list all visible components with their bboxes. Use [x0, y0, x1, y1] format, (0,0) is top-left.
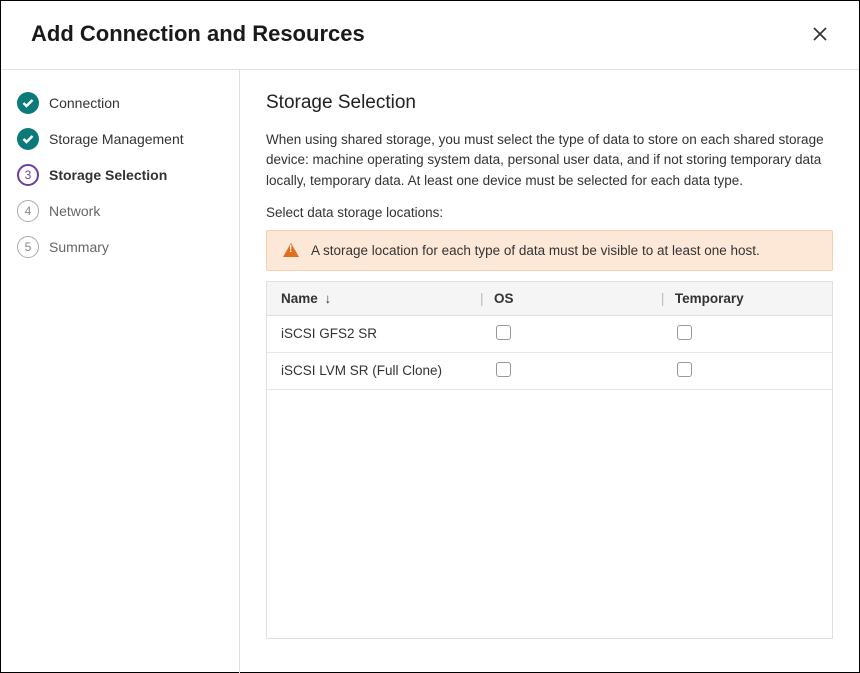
- table-header-label: Name: [281, 291, 318, 306]
- sidebar-item-storage-selection[interactable]: 3 Storage Selection: [17, 164, 223, 186]
- os-checkbox[interactable]: [496, 325, 511, 340]
- warning-icon: [283, 243, 299, 257]
- storage-table: Name ↓ OS Temporary iSCSI GFS2 SR: [267, 282, 832, 390]
- temp-checkbox-cell: [657, 352, 832, 389]
- temp-checkbox-cell: [657, 315, 832, 352]
- wizard-sidebar: Connection Storage Management 3 Storage …: [1, 70, 240, 673]
- table-header-name[interactable]: Name ↓: [267, 282, 476, 316]
- table-header-temporary[interactable]: Temporary: [657, 282, 832, 316]
- table-row: iSCSI GFS2 SR: [267, 315, 832, 352]
- sidebar-item-label: Storage Management: [49, 131, 184, 147]
- sidebar-item-label: Storage Selection: [49, 167, 167, 183]
- page-title: Storage Selection: [266, 92, 833, 114]
- sidebar-item-network[interactable]: 4 Network: [17, 200, 223, 222]
- table-header-label: Temporary: [675, 291, 744, 306]
- dialog-title: Add Connection and Resources: [31, 21, 365, 47]
- sidebar-item-label: Network: [49, 203, 100, 219]
- os-checkbox[interactable]: [496, 362, 511, 377]
- table-header-label: OS: [494, 291, 514, 306]
- dialog-header: Add Connection and Resources: [1, 1, 859, 70]
- page-subheading: Select data storage locations:: [266, 205, 833, 220]
- os-checkbox-cell: [476, 315, 657, 352]
- sidebar-item-label: Connection: [49, 95, 120, 111]
- storage-table-wrapper: Name ↓ OS Temporary iSCSI GFS2 SR: [266, 281, 833, 639]
- temporary-checkbox[interactable]: [677, 325, 692, 340]
- dialog-body: Connection Storage Management 3 Storage …: [1, 70, 859, 673]
- table-row: iSCSI LVM SR (Full Clone): [267, 352, 832, 389]
- step-number-icon: 4: [17, 200, 39, 222]
- check-icon: [17, 128, 39, 150]
- alert-message: A storage location for each type of data…: [311, 243, 760, 258]
- temporary-checkbox[interactable]: [677, 362, 692, 377]
- storage-name-cell: iSCSI GFS2 SR: [267, 315, 476, 352]
- sort-descending-icon: ↓: [325, 291, 332, 306]
- step-number-icon: 5: [17, 236, 39, 258]
- main-content: Storage Selection When using shared stor…: [240, 70, 859, 673]
- sidebar-item-label: Summary: [49, 239, 109, 255]
- warning-alert: A storage location for each type of data…: [266, 230, 833, 271]
- close-icon[interactable]: [811, 25, 829, 43]
- table-header-os[interactable]: OS: [476, 282, 657, 316]
- sidebar-item-connection[interactable]: Connection: [17, 92, 223, 114]
- check-icon: [17, 92, 39, 114]
- sidebar-item-storage-management[interactable]: Storage Management: [17, 128, 223, 150]
- sidebar-item-summary[interactable]: 5 Summary: [17, 236, 223, 258]
- step-number-icon: 3: [17, 164, 39, 186]
- os-checkbox-cell: [476, 352, 657, 389]
- storage-name-cell: iSCSI LVM SR (Full Clone): [267, 352, 476, 389]
- page-description: When using shared storage, you must sele…: [266, 130, 833, 191]
